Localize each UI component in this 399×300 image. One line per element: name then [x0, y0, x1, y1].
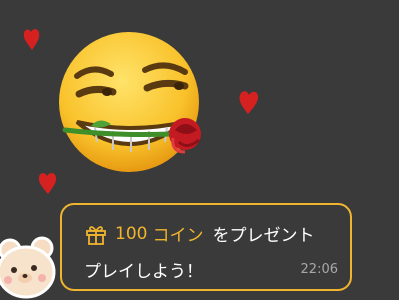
heart-icon — [239, 91, 258, 114]
heart-icon — [23, 29, 40, 50]
gift-message-line: 100 コイン をプレゼント — [84, 221, 314, 246]
play-prompt-text: プレイしよう！ — [84, 262, 203, 282]
gift-icon — [86, 225, 106, 245]
action-text: をプレゼント — [212, 226, 315, 246]
message-timestamp: 22:06 — [300, 262, 338, 277]
coin-amount: 100 — [115, 223, 148, 244]
smirking-face-with-rose-emoji — [59, 32, 201, 172]
chat-screen: 100 コイン をプレゼント プレイしよう！ 22:06 — [0, 0, 399, 300]
coin-label: コイン — [152, 226, 204, 246]
gift-message-bubble[interactable]: 100 コイン をプレゼント プレイしよう！ 22:06 — [60, 203, 352, 291]
bear-sticker — [0, 236, 56, 299]
